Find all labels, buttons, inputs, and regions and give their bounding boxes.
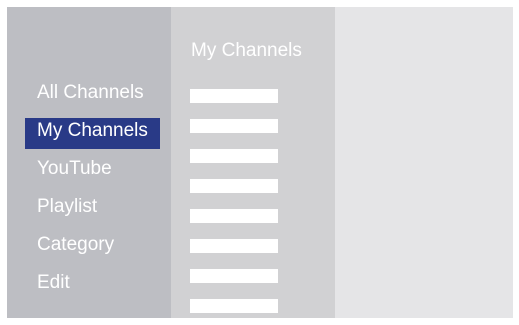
menu-item-youtube[interactable]: YouTube: [7, 150, 171, 188]
menu-item-all-channels[interactable]: All Channels: [7, 74, 171, 112]
channel-row[interactable]: [190, 209, 278, 223]
menu-list: All Channels My Channels YouTube Playlis…: [7, 74, 171, 302]
channel-list: [190, 89, 278, 318]
menu-item-label: Edit: [37, 272, 70, 293]
channel-row[interactable]: [190, 269, 278, 283]
menu-item-label: Category: [37, 234, 115, 255]
menu-item-label: YouTube: [37, 158, 112, 179]
channel-row[interactable]: [190, 149, 278, 163]
menu-item-category[interactable]: Category: [7, 226, 171, 264]
channel-row[interactable]: [190, 89, 278, 103]
detail-panel: [335, 7, 513, 318]
menu-item-label: My Channels: [37, 120, 148, 141]
channel-row[interactable]: [190, 299, 278, 313]
menu-item-my-channels[interactable]: My Channels: [7, 112, 171, 150]
menu-panel: All Channels My Channels YouTube Playlis…: [7, 7, 171, 318]
channel-row[interactable]: [190, 179, 278, 193]
channels-panel: My Channels: [171, 7, 335, 318]
tv-channel-screen: All Channels My Channels YouTube Playlis…: [7, 7, 513, 318]
channel-row[interactable]: [190, 239, 278, 253]
channel-row[interactable]: [190, 119, 278, 133]
menu-item-label: Playlist: [37, 196, 98, 217]
menu-item-edit[interactable]: Edit: [7, 264, 171, 302]
menu-item-label: All Channels: [37, 82, 144, 103]
menu-item-playlist[interactable]: Playlist: [7, 188, 171, 226]
channels-panel-title: My Channels: [191, 40, 302, 61]
